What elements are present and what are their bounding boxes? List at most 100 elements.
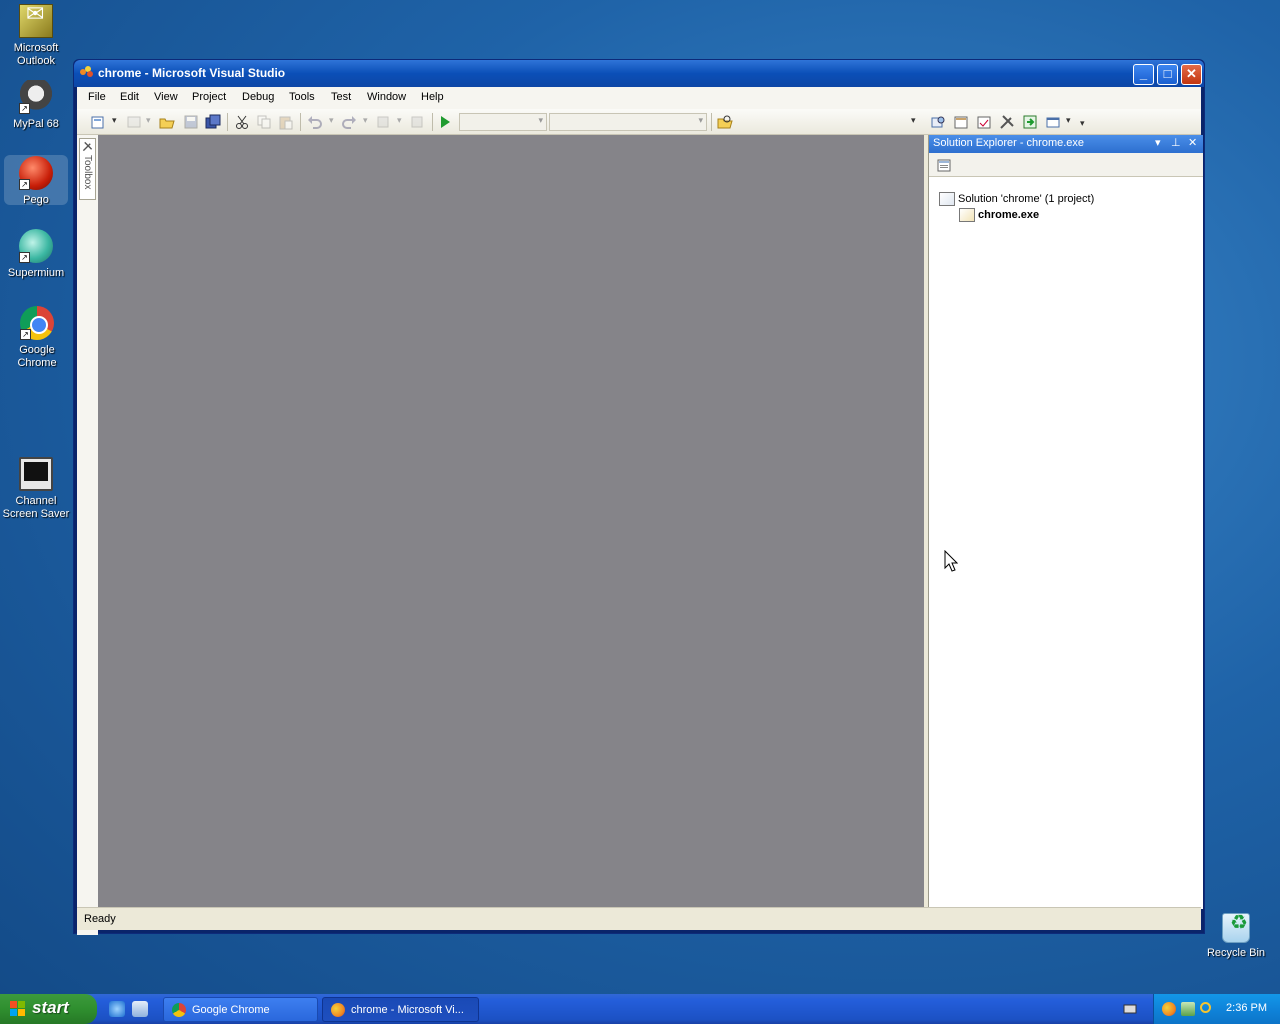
editor-area[interactable] <box>98 135 924 909</box>
navigate-backward-icon[interactable] <box>375 114 391 130</box>
window-position-icon[interactable]: ▾ <box>1155 136 1161 149</box>
solution-explorer-panel: Solution Explorer - chrome.exe ▾ ⊥ ✕ Sol… <box>928 135 1203 909</box>
clock[interactable]: 2:36 PM <box>1226 1002 1267 1014</box>
internet-explorer-icon[interactable] <box>109 1001 125 1017</box>
taskbar-button-google-chrome[interactable]: Google Chrome <box>163 997 318 1022</box>
menu-file[interactable]: File <box>88 91 106 103</box>
desktop-icon-supermium[interactable]: ↗ Supermium <box>0 229 72 280</box>
toolbar-options-icon[interactable]: ▾ <box>1080 118 1085 129</box>
desktop-icon-label: Supermium <box>7 267 65 279</box>
window-client-area: File Edit View Project Debug Tools Test … <box>77 87 1203 935</box>
save-icon[interactable] <box>183 114 199 130</box>
menu-help[interactable]: Help <box>421 91 444 103</box>
properties-icon[interactable] <box>953 114 969 130</box>
minimize-button[interactable]: _ <box>1133 64 1154 85</box>
solution-explorer-toolbar <box>929 153 1203 177</box>
search-icon[interactable] <box>1200 1002 1211 1013</box>
menu-view[interactable]: View <box>154 91 178 103</box>
toolbox-strip: Toolbox <box>77 135 98 935</box>
start-debugging-icon[interactable] <box>437 114 453 130</box>
mouse-cursor-icon <box>944 550 958 572</box>
supermium-icon: ↗ <box>19 229 53 263</box>
chevron-down-icon[interactable]: ▾ <box>112 115 117 126</box>
window-title: chrome - Microsoft Visual Studio <box>98 66 286 80</box>
chevron-down-icon[interactable]: ▾ <box>397 115 402 126</box>
mypal-icon: ↗ <box>19 80 53 114</box>
object-browser-icon[interactable] <box>976 114 992 130</box>
menu-edit[interactable]: Edit <box>120 91 139 103</box>
taskbar-button-label: chrome - Microsoft Vi... <box>351 1004 464 1016</box>
keyboard-icon[interactable] <box>1123 1003 1137 1015</box>
paste-icon[interactable] <box>278 114 294 130</box>
shortcut-arrow-icon: ↗ <box>19 179 30 190</box>
cut-icon[interactable] <box>234 114 250 130</box>
desktop-icon-pego[interactable]: ↗ Pego <box>4 155 68 206</box>
command-window-icon[interactable] <box>1045 114 1061 130</box>
title-bar[interactable]: chrome - Microsoft Visual Studio _ □ ✕ <box>74 60 1204 87</box>
solution-icon <box>939 192 955 206</box>
copy-icon[interactable] <box>256 114 272 130</box>
navigate-forward-icon[interactable] <box>409 114 425 130</box>
toolbar-separator <box>432 113 433 131</box>
desktop-icon-label: MyPal 68 <box>13 118 59 130</box>
project-label: chrome.exe <box>978 208 1040 221</box>
add-item-icon[interactable] <box>90 114 106 130</box>
desktop-icon-mypal[interactable]: ↗ MyPal 68 <box>0 80 72 131</box>
toolbox-tab[interactable]: Toolbox <box>79 138 96 200</box>
auto-hide-pin-icon[interactable]: ⊥ <box>1171 136 1181 149</box>
shortcut-arrow-icon: ↗ <box>19 103 30 114</box>
solution-configurations-dropdown[interactable] <box>459 113 547 131</box>
tree-item-solution[interactable]: Solution 'chrome' (1 project) <box>939 192 1094 206</box>
chevron-down-icon[interactable]: ▾ <box>1066 115 1071 126</box>
start-page-icon[interactable] <box>1022 114 1038 130</box>
desktop-icon-label: Recycle Bin <box>1206 947 1266 959</box>
new-project-icon[interactable] <box>126 114 142 130</box>
desktop-icon-chrome[interactable]: ↗ Google Chrome <box>1 306 73 370</box>
menu-project[interactable]: Project <box>192 91 226 103</box>
taskbar-button-visual-studio[interactable]: chrome - Microsoft Vi... <box>322 997 479 1022</box>
chevron-down-icon[interactable]: ▾ <box>329 115 334 126</box>
tree-item-project[interactable]: chrome.exe <box>959 208 1039 222</box>
visual-studio-icon[interactable] <box>1162 1002 1176 1016</box>
executable-project-icon <box>959 208 975 222</box>
solution-label: Solution 'chrome' (1 project) <box>958 192 1095 205</box>
network-icon[interactable] <box>1181 1002 1195 1016</box>
toolbox-icon[interactable] <box>999 114 1015 130</box>
menu-bar: File Edit View Project Debug Tools Test … <box>77 87 1201 109</box>
close-button[interactable]: ✕ <box>1181 64 1202 85</box>
toolbox-icon <box>82 141 93 152</box>
menu-debug[interactable]: Debug <box>242 91 274 103</box>
solution-platforms-dropdown[interactable] <box>549 113 707 131</box>
visual-studio-icon <box>80 66 94 78</box>
find-in-files-icon[interactable] <box>717 114 733 130</box>
menu-window[interactable]: Window <box>367 91 406 103</box>
chevron-down-icon[interactable]: ▾ <box>146 115 151 126</box>
properties-icon[interactable] <box>936 157 952 173</box>
start-button[interactable]: start <box>0 994 97 1024</box>
desktop-icon-outlook[interactable]: Microsoft Outlook <box>0 4 72 68</box>
visual-studio-window[interactable]: chrome - Microsoft Visual Studio _ □ ✕ F… <box>73 59 1205 935</box>
desktop-icon-channel-screen-saver[interactable]: Channel Screen Saver <box>0 457 72 521</box>
solution-explorer-header[interactable]: Solution Explorer - chrome.exe ▾ ⊥ ✕ <box>929 135 1203 153</box>
monitor-icon <box>19 457 53 491</box>
menu-tools[interactable]: Tools <box>289 91 315 103</box>
shortcut-arrow-icon: ↗ <box>19 252 30 263</box>
desktop-icon-recycle-bin[interactable]: Recycle Bin <box>1200 913 1272 960</box>
close-icon[interactable]: ✕ <box>1188 136 1197 149</box>
visual-studio-icon <box>331 1003 345 1017</box>
windows-logo-icon <box>10 1001 26 1017</box>
open-file-icon[interactable] <box>159 114 175 130</box>
desktop-icon-label: Pego <box>23 194 49 206</box>
chrome-icon <box>172 1003 186 1017</box>
redo-icon[interactable] <box>341 114 357 130</box>
maximize-button[interactable]: □ <box>1157 64 1178 85</box>
chevron-down-icon[interactable]: ▾ <box>911 115 916 126</box>
save-all-icon[interactable] <box>205 114 221 130</box>
solution-explorer-icon[interactable] <box>930 114 946 130</box>
show-desktop-icon[interactable] <box>132 1001 148 1017</box>
taskbar: start Google Chrome chrome - Microsoft V… <box>0 994 1280 1024</box>
menu-test[interactable]: Test <box>331 91 351 103</box>
undo-icon[interactable] <box>307 114 323 130</box>
desktop-icon-label: Google Chrome <box>17 344 57 369</box>
chevron-down-icon[interactable]: ▾ <box>363 115 368 126</box>
